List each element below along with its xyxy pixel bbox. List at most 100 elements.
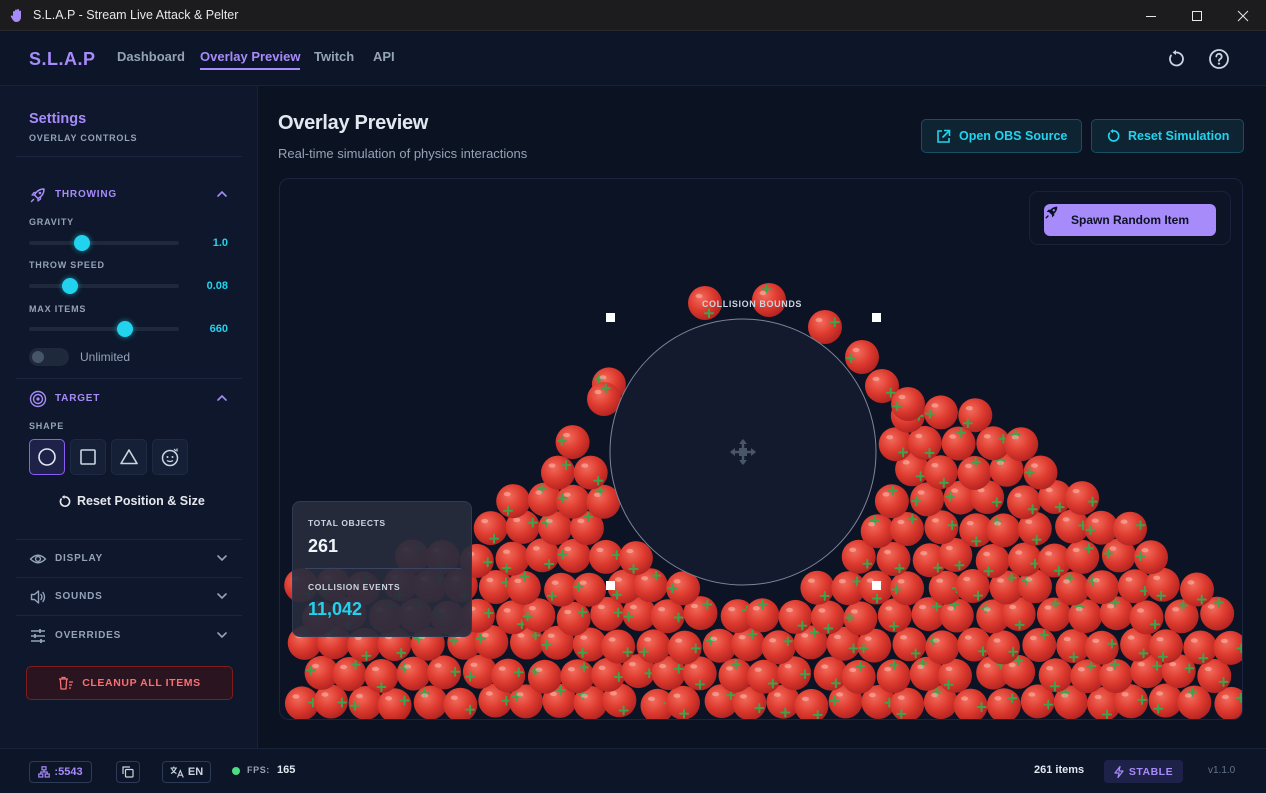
tomato-highlight (614, 577, 622, 582)
shape-face-button[interactable] (152, 439, 188, 475)
tomato-item (1055, 571, 1090, 606)
resize-handle-top-right[interactable] (872, 313, 881, 322)
section-target-header[interactable]: TARGET (16, 383, 242, 413)
minimize-button[interactable] (1128, 0, 1174, 31)
sidebar-title: Settings (29, 111, 87, 127)
tomato-item (560, 659, 595, 694)
tomato-highlight (1109, 546, 1117, 551)
tomato-highlight (535, 667, 543, 672)
refresh-icon (1107, 129, 1120, 142)
tomato-item (495, 541, 530, 576)
tomato-highlight (931, 692, 939, 698)
max-items-slider-thumb[interactable] (117, 321, 133, 337)
brand-logo[interactable]: S.L.A.P (29, 49, 96, 70)
section-display-label: DISPLAY (55, 553, 104, 564)
chevron-down-icon (217, 593, 227, 600)
section-throwing-header[interactable]: THROWING (16, 179, 242, 209)
tomato-highlight (1107, 604, 1115, 609)
shape-circle-button[interactable] (29, 439, 65, 475)
spawn-random-item-button[interactable]: Spawn Random Item (1044, 204, 1216, 236)
help-button[interactable] (1207, 47, 1231, 71)
nav-dashboard[interactable]: Dashboard (117, 49, 185, 64)
app-version: v1.1.0 (1208, 765, 1236, 776)
tomato-item (975, 544, 1010, 578)
tomato-highlight (983, 434, 991, 439)
resize-handle-bottom-right[interactable] (872, 581, 881, 590)
tomato-highlight (936, 578, 944, 583)
maximize-button[interactable] (1174, 0, 1220, 31)
settings-sidebar: Settings OVERLAY CONTROLS THROWING GRAVI… (0, 86, 258, 748)
throw-speed-slider-thumb[interactable] (61, 278, 78, 294)
tomato-item (957, 627, 992, 662)
language-value: EN (187, 766, 204, 778)
tomato-highlight (498, 666, 506, 671)
reset-position-button[interactable]: Reset Position & Size (58, 494, 205, 508)
tomato-highlight (450, 695, 458, 700)
throw-speed-label: THROW SPEED (29, 260, 105, 270)
spawn-random-item-label: Spawn Random Item (1070, 213, 1189, 227)
network-icon (38, 766, 51, 778)
tomato-highlight (885, 606, 893, 611)
cleanup-all-button[interactable]: CLEANUP ALL ITEMS (26, 666, 233, 700)
tomato-item (1149, 629, 1183, 664)
gravity-slider-thumb[interactable] (73, 235, 90, 251)
tomato-highlight (535, 490, 543, 495)
tomato-item (986, 688, 1021, 719)
tomato-highlight (815, 317, 823, 323)
stability-badge: STABLE (1104, 760, 1183, 783)
tomato-item (958, 398, 993, 433)
tomato-highlight (752, 606, 760, 611)
port-chip[interactable]: :5543 (29, 761, 92, 783)
overlay-preview-stage[interactable]: COLLISION BOUNDS Spawn Random Item TOTAL… (279, 178, 1243, 720)
section-display-header[interactable]: DISPLAY (16, 543, 242, 573)
tomato-item (794, 688, 829, 719)
tomato-highlight (547, 633, 555, 638)
tomato-highlight (596, 547, 604, 553)
tomato-highlight (503, 608, 511, 613)
nav-twitch[interactable]: Twitch (314, 49, 354, 64)
tomato-item (1065, 539, 1100, 574)
triangle-icon (120, 449, 138, 465)
tomato-item (636, 629, 671, 664)
tomato-highlight (1156, 691, 1164, 696)
open-obs-source-button[interactable]: Open OBS Source (921, 119, 1083, 153)
tomato-highlight (648, 696, 655, 701)
shape-square-button[interactable] (70, 439, 106, 475)
close-button[interactable] (1220, 0, 1266, 31)
section-throwing-label: THROWING (55, 189, 117, 200)
tomato-highlight (964, 635, 972, 640)
nav-api[interactable]: API (373, 49, 395, 64)
shape-triangle-button[interactable] (111, 439, 147, 475)
section-overrides-header[interactable]: OVERRIDES (16, 620, 242, 650)
resize-handle-bottom-left[interactable] (606, 581, 615, 590)
fps-value: 165 (277, 764, 296, 776)
reset-simulation-button[interactable]: Reset Simulation (1091, 119, 1245, 153)
copy-button[interactable] (116, 761, 140, 783)
tomato-highlight (983, 663, 991, 668)
section-sounds-header[interactable]: SOUNDS (16, 581, 242, 611)
refresh-button[interactable] (1164, 47, 1188, 71)
nav-overlay-preview[interactable]: Overlay Preview (200, 49, 301, 70)
tomato-highlight (577, 518, 585, 524)
throw-speed-slider[interactable] (29, 278, 179, 294)
tomato-item (618, 541, 653, 576)
gravity-slider[interactable] (29, 235, 179, 251)
unlimited-toggle[interactable] (29, 348, 69, 366)
tomato-highlight (385, 696, 393, 701)
shape-label: SHAPE (29, 421, 65, 431)
tomato-highlight (850, 609, 858, 614)
max-items-slider[interactable] (29, 321, 179, 337)
resize-handle-top-left[interactable] (606, 313, 615, 322)
rocket-icon (30, 188, 45, 203)
tomato-item (1007, 542, 1042, 577)
tomato-highlight (1121, 692, 1129, 697)
tomato-highlight (945, 545, 953, 551)
reset-simulation-label: Reset Simulation (1128, 129, 1230, 143)
page-title: Overlay Preview (278, 112, 429, 134)
tomato-highlight (897, 695, 905, 700)
tomato-highlight (712, 691, 720, 697)
language-button[interactable]: EN (162, 761, 211, 783)
tomato-highlight (567, 667, 575, 672)
tomato-highlight (849, 667, 857, 673)
simulation-canvas[interactable]: COLLISION BOUNDS (280, 179, 1243, 720)
